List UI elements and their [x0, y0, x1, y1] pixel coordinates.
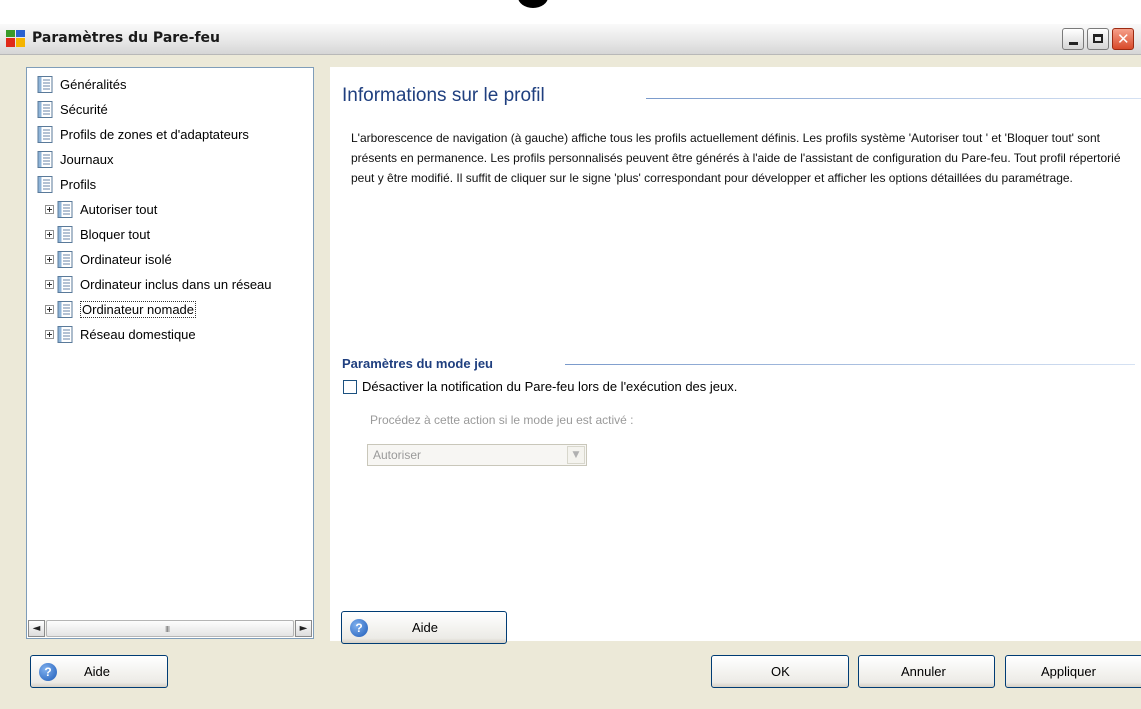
- minimize-icon: [1069, 42, 1078, 45]
- page-icon: [57, 225, 73, 243]
- profile-description: L'arborescence de navigation (à gauche) …: [351, 131, 1121, 185]
- firewall-settings-window: Paramètres du Pare-feu ✕ Généralités Séc…: [0, 24, 1141, 709]
- expand-plus-icon[interactable]: [45, 254, 54, 264]
- help-button-label: Aide: [84, 664, 111, 679]
- apply-button-label: Appliquer: [1041, 664, 1096, 679]
- page-icon: [57, 275, 73, 293]
- disable-notification-label[interactable]: Désactiver la notification du Pare-feu l…: [362, 379, 737, 394]
- page-icon: [37, 150, 53, 168]
- help-icon: ?: [350, 619, 368, 637]
- game-mode-action-label: Procédez à cette action si le mode jeu e…: [370, 413, 634, 427]
- navigation-tree: Généralités Sécurité Profils de zones et…: [26, 67, 314, 639]
- cancel-button[interactable]: Annuler: [858, 655, 995, 688]
- page-icon: [57, 325, 73, 343]
- page-icon: [37, 175, 53, 193]
- page-icon: [57, 250, 73, 268]
- tree-item-label: Ordinateur isolé: [80, 251, 172, 267]
- page-icon: [57, 300, 73, 318]
- cursor-shape: [518, 0, 548, 8]
- maximize-icon: [1093, 34, 1103, 43]
- tree-item-profils-zones[interactable]: Profils de zones et d'adaptateurs: [37, 123, 249, 145]
- scroll-thumb[interactable]: III: [46, 620, 294, 637]
- tree-item-securite[interactable]: Sécurité: [37, 98, 108, 120]
- tree-item-ordinateur-reseau[interactable]: Ordinateur inclus dans un réseau: [45, 273, 272, 295]
- tree-item-bloquer-tout[interactable]: Bloquer tout: [45, 223, 150, 245]
- title-bar[interactable]: Paramètres du Pare-feu ✕: [0, 24, 1141, 55]
- page-icon: [57, 200, 73, 218]
- tree-item-label: Autoriser tout: [80, 201, 158, 217]
- cancel-button-label: Annuler: [901, 664, 946, 679]
- tree-item-reseau-domestique[interactable]: Réseau domestique: [45, 323, 196, 345]
- tree-item-autoriser-tout[interactable]: Autoriser tout: [45, 198, 157, 220]
- arrow-left-icon: ◄: [32, 623, 41, 634]
- help-icon: ?: [39, 663, 57, 681]
- tree-item-profils[interactable]: Profils: [37, 173, 96, 195]
- maximize-button[interactable]: [1087, 28, 1109, 50]
- tree-item-label: Profils: [60, 176, 97, 192]
- expand-plus-icon[interactable]: [45, 279, 54, 289]
- title-divider: [646, 98, 1141, 99]
- game-mode-action-select[interactable]: Autoriser ▼: [367, 444, 587, 466]
- ok-button[interactable]: OK: [711, 655, 849, 688]
- close-button[interactable]: ✕: [1112, 28, 1134, 50]
- apply-button[interactable]: Appliquer: [1005, 655, 1141, 688]
- expand-plus-icon[interactable]: [45, 204, 54, 214]
- expand-plus-icon[interactable]: [45, 304, 54, 314]
- content-panel: Informations sur le profil L'arborescenc…: [330, 67, 1141, 644]
- tree-item-label: Réseau domestique: [80, 326, 196, 342]
- expand-plus-icon[interactable]: [45, 229, 54, 239]
- tree-item-generalites[interactable]: Généralités: [37, 73, 126, 95]
- ok-button-label: OK: [771, 664, 790, 679]
- game-mode-title: Paramètres du mode jeu: [342, 356, 493, 371]
- select-value: Autoriser: [373, 448, 422, 462]
- tree-item-journaux[interactable]: Journaux: [37, 148, 113, 170]
- minimize-button[interactable]: [1062, 28, 1084, 50]
- tree-item-label: Sécurité: [60, 101, 108, 117]
- arrow-right-icon: ►: [299, 623, 308, 634]
- page-icon: [37, 125, 53, 143]
- close-icon: ✕: [1117, 30, 1130, 48]
- content-help-button[interactable]: ? Aide: [341, 611, 507, 644]
- tree-item-label: Bloquer tout: [80, 226, 151, 242]
- disable-notification-checkbox[interactable]: [343, 380, 357, 394]
- scroll-right-button[interactable]: ►: [295, 620, 312, 637]
- screen-top-edge: [0, 0, 1141, 24]
- section-title: Informations sur le profil: [342, 85, 545, 106]
- chevron-down-icon[interactable]: ▼: [567, 446, 585, 464]
- expand-plus-icon[interactable]: [45, 329, 54, 339]
- firewall-app-icon: [6, 30, 25, 47]
- page-icon: [37, 100, 53, 118]
- footer-help-button[interactable]: ? Aide: [30, 655, 168, 688]
- grip-icon: III: [165, 625, 170, 634]
- tree-item-label: Généralités: [60, 76, 127, 92]
- tree-item-ordinateur-isole[interactable]: Ordinateur isolé: [45, 248, 172, 270]
- window-title: Paramètres du Pare-feu: [32, 30, 221, 46]
- tree-horizontal-scrollbar[interactable]: ◄ III ►: [28, 620, 312, 637]
- tree-item-label: Ordinateur inclus dans un réseau: [80, 276, 272, 292]
- tree-item-label: Ordinateur nomade: [80, 300, 197, 318]
- game-mode-divider: [565, 364, 1135, 365]
- tree-item-label: Journaux: [60, 151, 114, 167]
- scroll-left-button[interactable]: ◄: [28, 620, 45, 637]
- page-icon: [37, 75, 53, 93]
- tree-item-ordinateur-nomade[interactable]: Ordinateur nomade: [45, 298, 197, 320]
- help-button-label: Aide: [412, 620, 439, 635]
- tree-item-label: Profils de zones et d'adaptateurs: [60, 126, 249, 142]
